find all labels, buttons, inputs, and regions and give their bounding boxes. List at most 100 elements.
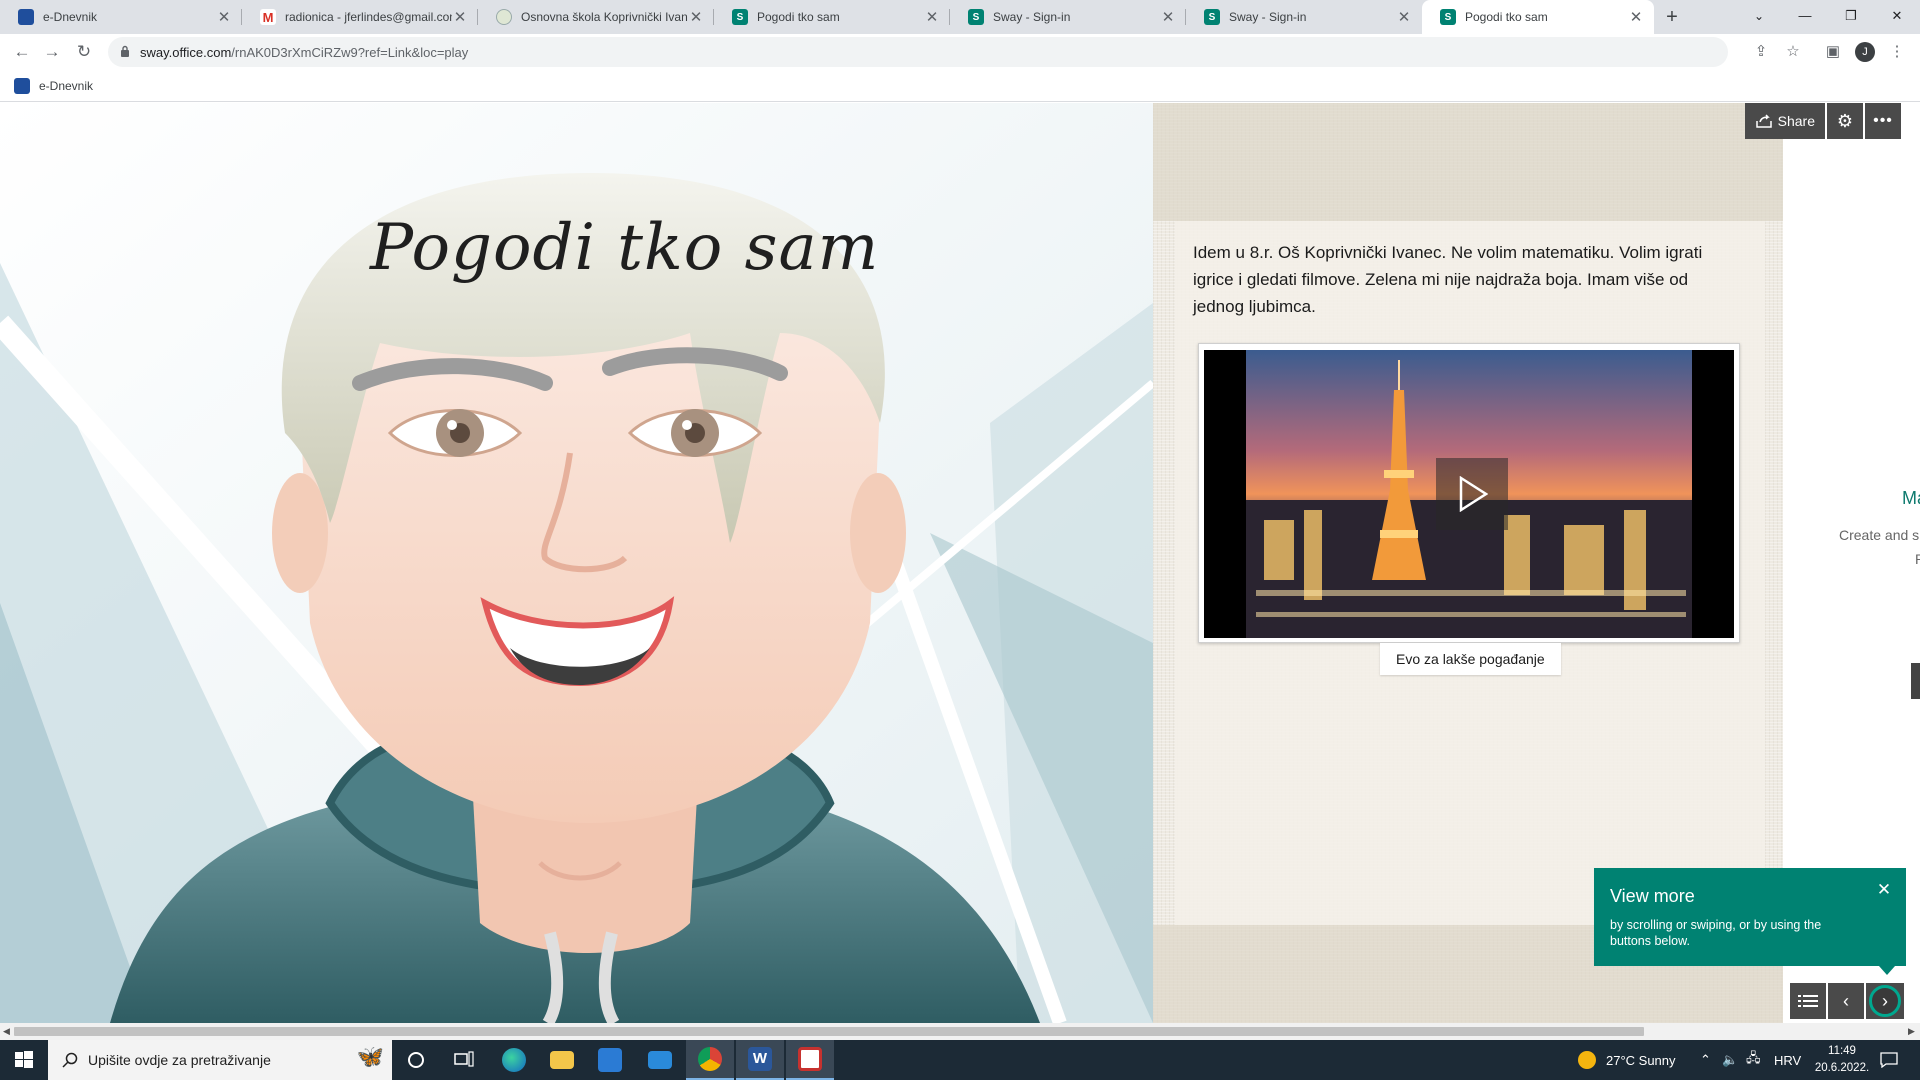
video-embed[interactable] xyxy=(1198,343,1740,643)
tab-strip: e-Dnevnik ✕ M radionica - jferlindes@gma… xyxy=(0,0,1920,34)
side-panel-handle[interactable] xyxy=(1911,663,1920,699)
profile-avatar[interactable]: J xyxy=(1855,42,1875,62)
tab-title: Sway - Sign-in xyxy=(993,10,1071,24)
url-path: /rnAK0D3rXmCiRZw9?ref=Link&loc=play xyxy=(231,45,469,60)
back-button[interactable]: ← xyxy=(10,40,34,64)
close-icon[interactable]: ✕ xyxy=(1160,8,1176,26)
tab-school[interactable]: Osnovna škola Koprivnički Ivanec ✕ xyxy=(478,0,714,34)
previous-button[interactable]: ‹ xyxy=(1828,983,1864,1019)
share-page-icon[interactable]: ⇪ xyxy=(1752,43,1770,61)
task-view-button[interactable] xyxy=(440,1040,488,1080)
close-icon[interactable]: ✕ xyxy=(688,8,704,26)
reload-button[interactable]: ↻ xyxy=(72,40,96,64)
school-favicon xyxy=(496,9,512,25)
taskbar-store[interactable] xyxy=(586,1040,634,1080)
taskbar-search[interactable]: Upišite ovdje za pretraživanje 🦋 xyxy=(48,1040,392,1080)
gmail-favicon: M xyxy=(260,9,276,25)
address-bar[interactable]: sway.office.com/rnAK0D3rXmCiRZw9?ref=Lin… xyxy=(108,37,1728,67)
gear-icon: ⚙ xyxy=(1836,110,1854,131)
tab-pogodi-tko-sam-active[interactable]: S Pogodi tko sam ✕ xyxy=(1422,0,1654,34)
horizontal-scrollbar[interactable]: ◀ ▶ xyxy=(0,1023,1920,1040)
url-host: sway.office.com xyxy=(140,45,232,60)
view-more-tooltip: View more by scrolling or swiping, or by… xyxy=(1594,868,1906,975)
store-icon xyxy=(598,1048,622,1072)
side-panel-icon[interactable]: ▣ xyxy=(1824,43,1842,61)
close-icon[interactable]: ✕ xyxy=(1876,881,1892,898)
network-button[interactable]: 🖧 xyxy=(1746,1040,1761,1080)
tab-title: e-Dnevnik xyxy=(43,10,98,24)
search-highlight-art: 🦋 xyxy=(356,1044,384,1069)
video-frame[interactable] xyxy=(1204,350,1734,638)
taskbar-edge[interactable] xyxy=(490,1040,538,1080)
edge-icon xyxy=(502,1048,526,1072)
taskbar-file-explorer[interactable] xyxy=(538,1040,586,1080)
video-caption: Evo za lakše pogađanje xyxy=(1380,643,1561,675)
side-panel-title: Ma xyxy=(1902,488,1920,508)
speaker-icon: 🔈 xyxy=(1722,1052,1739,1067)
view-more-title: View more xyxy=(1610,886,1695,906)
chevron-up-icon: ⌃ xyxy=(1700,1052,1711,1067)
browser-menu-icon[interactable]: ⋮ xyxy=(1888,43,1906,61)
close-icon[interactable]: ✕ xyxy=(452,8,468,26)
close-icon[interactable]: ✕ xyxy=(1628,8,1644,26)
forward-button[interactable]: → xyxy=(40,40,64,64)
close-icon[interactable]: ✕ xyxy=(216,8,232,26)
next-button[interactable]: › xyxy=(1866,983,1904,1019)
bookmark-e-dnevnik[interactable]: e-Dnevnik xyxy=(14,78,93,94)
description-text: Idem u 8.r. Oš Koprivnički Ivanec. Ne vo… xyxy=(1193,243,1703,316)
play-icon xyxy=(1459,476,1488,512)
scroll-left-icon[interactable]: ◀ xyxy=(3,1026,10,1037)
share-label: Share xyxy=(1777,113,1815,129)
search-placeholder: Upišite ovdje za pretraživanje xyxy=(88,1052,271,1068)
system-clock[interactable]: 11:49 20.6.2022. xyxy=(1812,1043,1872,1077)
play-button[interactable] xyxy=(1436,458,1508,530)
new-tab-button[interactable]: + xyxy=(1660,0,1684,34)
sway-page: Pogodi tko sam Idem u 8.r. Oš Koprivničk… xyxy=(0,103,1920,1023)
more-options-button[interactable]: ••• xyxy=(1865,103,1901,139)
weather-text: 27°C Sunny xyxy=(1606,1052,1676,1068)
language-indicator[interactable]: HRV xyxy=(1774,1040,1801,1080)
tab-title: Osnovna škola Koprivnički Ivanec xyxy=(521,10,688,24)
sway-toolbar: Share ⚙ ••• xyxy=(1745,103,1901,139)
taskbar-word[interactable]: W xyxy=(736,1040,784,1080)
tab-search-button[interactable]: ⌄ xyxy=(1736,0,1782,34)
scrollbar-thumb[interactable] xyxy=(14,1027,1644,1036)
window-close-button[interactable]: ✕ xyxy=(1874,0,1920,34)
e-dnevnik-favicon xyxy=(14,78,30,94)
tab-pogodi-tko-sam[interactable]: S Pogodi tko sam ✕ xyxy=(714,0,950,34)
notifications-button[interactable] xyxy=(1880,1040,1898,1080)
weather-widget[interactable]: 27°C Sunny xyxy=(1578,1040,1676,1080)
taskbar-mail[interactable] xyxy=(636,1040,684,1080)
close-icon[interactable]: ✕ xyxy=(1396,8,1412,26)
share-button[interactable]: Share xyxy=(1745,103,1825,139)
taskbar-chrome[interactable] xyxy=(686,1040,734,1080)
sway-favicon: S xyxy=(968,9,984,25)
task-view-icon xyxy=(454,1051,474,1067)
texture-band-top xyxy=(1153,103,1783,221)
show-hidden-icons-button[interactable]: ⌃ xyxy=(1700,1040,1711,1080)
minimize-button[interactable]: — xyxy=(1782,0,1828,34)
clock-time: 11:49 xyxy=(1828,1045,1856,1057)
settings-button[interactable]: ⚙ xyxy=(1827,103,1863,139)
tab-gmail[interactable]: M radionica - jferlindes@gmail.com ✕ xyxy=(242,0,478,34)
cortana-icon xyxy=(408,1052,424,1068)
start-button[interactable] xyxy=(0,1040,48,1080)
scroll-right-icon[interactable]: ▶ xyxy=(1908,1026,1915,1037)
sway-title: Pogodi tko sam xyxy=(370,211,880,285)
cortana-button[interactable] xyxy=(392,1040,440,1080)
language-text: HRV xyxy=(1774,1052,1802,1068)
taskbar-app[interactable] xyxy=(786,1040,834,1080)
tab-e-dnevnik[interactable]: e-Dnevnik ✕ xyxy=(0,0,242,34)
windows-logo-icon xyxy=(15,1051,33,1068)
windows-taskbar: Upišite ovdje za pretraživanje 🦋 W 27°C … xyxy=(0,1040,1920,1080)
bookmark-star-icon[interactable]: ☆ xyxy=(1784,43,1802,61)
volume-button[interactable]: 🔈 xyxy=(1722,1040,1738,1080)
lock-icon xyxy=(121,45,129,57)
restore-button[interactable]: ❐ xyxy=(1828,0,1874,34)
tab-title: Pogodi tko sam xyxy=(1465,10,1548,24)
navigation-menu-button[interactable] xyxy=(1790,983,1826,1019)
tab-sway-sign-in-2[interactable]: S Sway - Sign-in ✕ xyxy=(1186,0,1422,34)
share-icon xyxy=(1756,114,1772,128)
close-icon[interactable]: ✕ xyxy=(924,8,940,26)
tab-sway-sign-in[interactable]: S Sway - Sign-in ✕ xyxy=(950,0,1186,34)
